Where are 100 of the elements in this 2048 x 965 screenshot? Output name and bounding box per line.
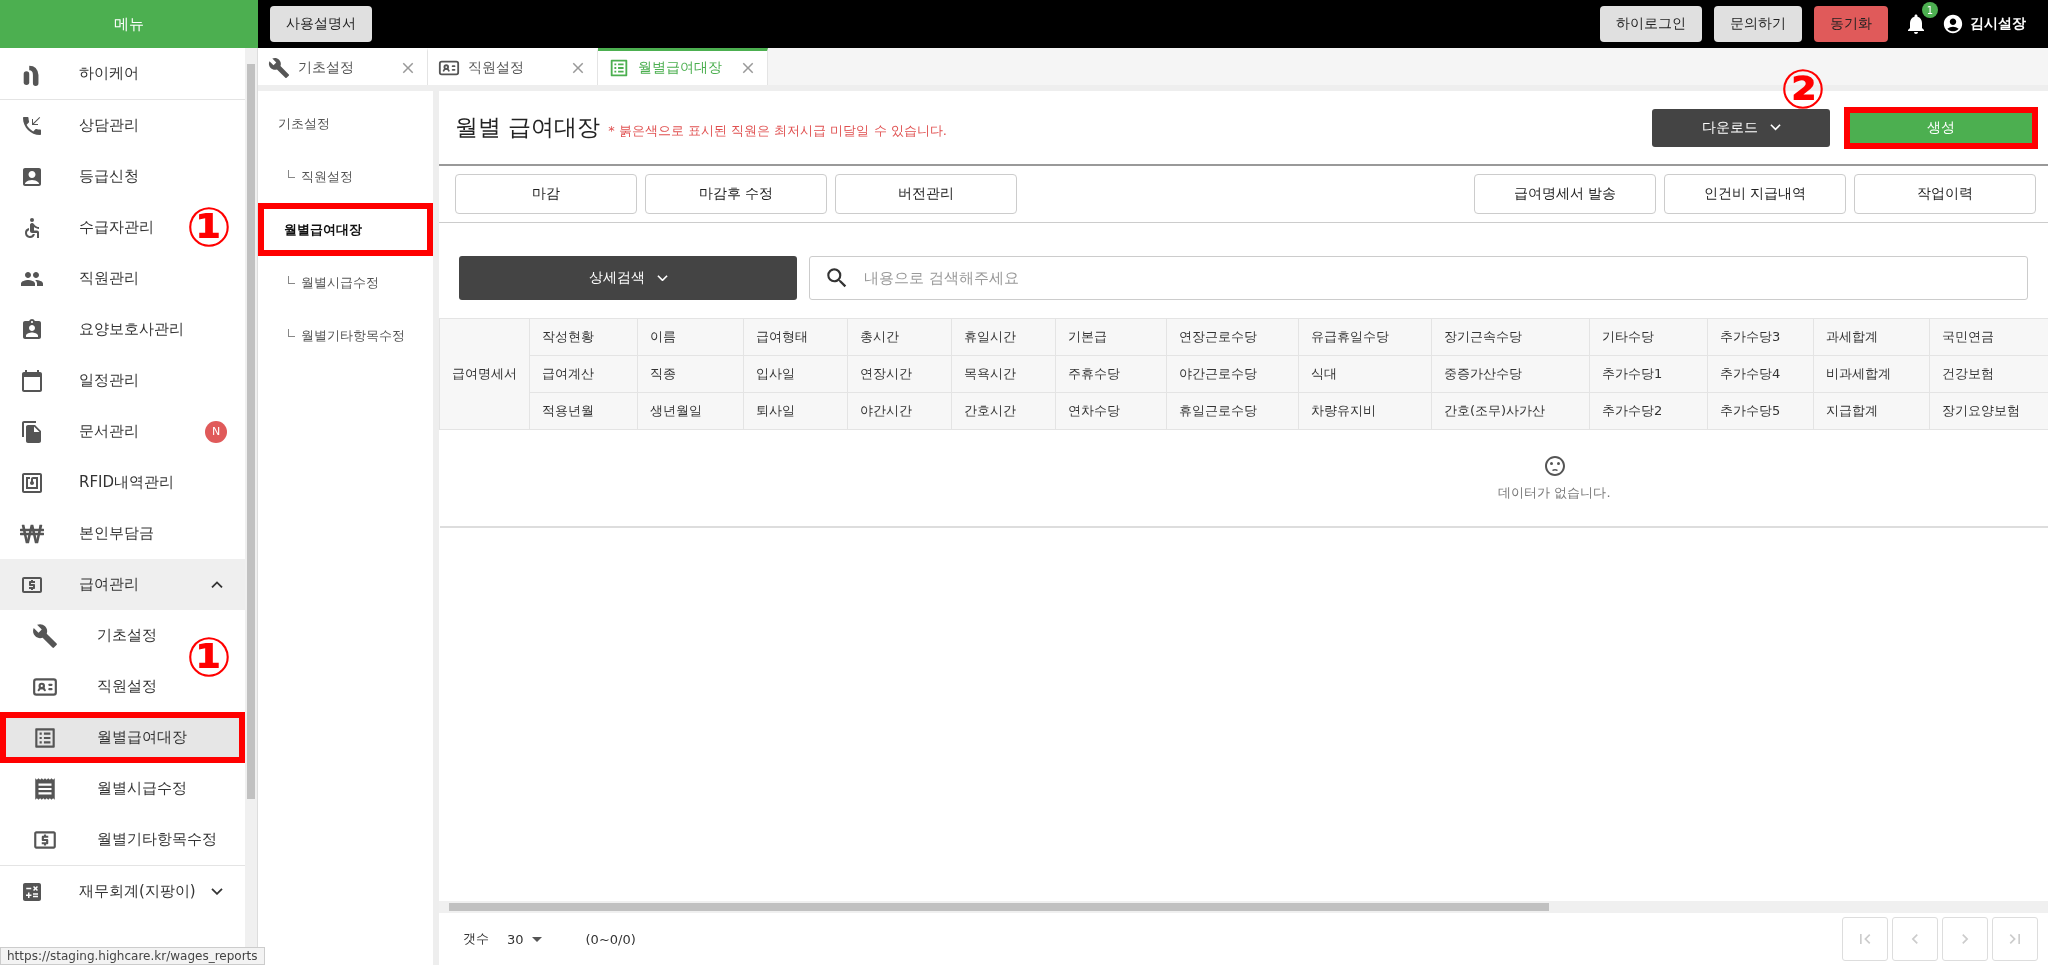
header-button[interactable]: 동기화 [1814,6,1888,42]
page-size-select[interactable]: 30 [507,931,542,947]
sidebar-item[interactable]: 등급신청 [0,151,147,202]
calendar-icon [20,368,44,393]
receipt-icon [32,775,58,802]
action-button[interactable]: 급여명세서 발송 [1474,174,1656,214]
column-header: 급여형태 [743,318,848,356]
column-header: 급여계산 [529,355,638,393]
subnav-item[interactable]: 월별기타항목수정 [258,309,433,362]
notification-badge: 1 [1922,2,1938,18]
sidebar-item[interactable]: 급여관리 [0,559,245,610]
chevron-up-icon [211,580,223,589]
sidebar-item[interactable]: 요양보호사관리 [0,304,192,355]
sidebar-item[interactable]: 하이케어 [0,48,147,99]
column-header: 건강보험 [1929,355,2048,393]
sidebar-item[interactable]: 직원설정 [0,661,165,712]
column-header: 입사일 [743,355,848,393]
rfid-icon [20,470,44,495]
column-header: 기본급 [1055,318,1167,356]
column-header: 생년월일 [637,392,744,430]
column-header: 식대 [1298,355,1432,393]
column-header: 비과세합계 [1813,355,1930,393]
header-button[interactable]: 하이로그인 [1600,6,1702,42]
count-label: 갯수 [463,930,489,948]
sidebar-item[interactable]: 본인부담금 [0,508,162,559]
sidebar-item[interactable]: 월별기타항목수정 [0,814,225,865]
sidebar-item[interactable]: 수급자관리 [0,202,162,253]
column-header: 간호시간 [951,392,1056,430]
chevron-down-icon [211,887,223,896]
new-badge: N [205,420,227,443]
column-header: 휴일근로수당 [1166,392,1299,430]
column-header: 장기근속수당 [1431,318,1590,356]
download-button[interactable]: 다운로드 [1652,108,1830,147]
user-icon [1942,13,1964,35]
column-header: 연장시간 [847,355,952,393]
page-title: 월별 급여대장 [455,113,601,142]
menu-title: 메뉴 [0,0,258,48]
column-header: 지급합계 [1813,392,1930,430]
wrench-icon [268,57,290,79]
tree-branch-icon [288,169,295,178]
action-button[interactable]: 인건비 지급내역 [1664,174,1846,214]
sidebar-item[interactable]: 직원관리 [0,253,147,304]
column-header: 기타수당 [1589,318,1708,356]
sidebar-item[interactable]: 문서관리 N [0,406,245,457]
action-button[interactable]: 작업이력 [1854,174,2036,214]
subnav-item[interactable]: 직원설정 [258,150,433,203]
column-header: 국민연금 [1929,318,2048,356]
column-header: 추가수당2 [1589,392,1708,430]
tree-branch-icon [288,275,295,284]
search-bar[interactable]: 내용으로 검색해주세요 [809,256,2028,300]
subnav-item[interactable]: 월별시급수정 [258,256,433,309]
column-header: 주휴수당 [1055,355,1167,393]
header-button[interactable]: 문의하기 [1714,6,1802,42]
column-header: 차량유지비 [1298,392,1432,430]
warning-note: * 붉은색으로 표시된 직원은 최저시급 미달일 수 있습니다. [608,121,947,140]
column-header: 총시간 [847,318,952,356]
column-header: 추가수당3 [1707,318,1814,356]
tab[interactable]: 기초설정 [258,48,428,85]
tree-branch-icon [288,328,295,337]
callout-number: ① [185,625,233,691]
documents-icon [20,419,44,444]
column-header: 야간시간 [847,392,952,430]
action-button[interactable]: 마감후 수정 [645,174,827,214]
column-header: 목욕시간 [951,355,1056,393]
sidebar-item[interactable]: 월별시급수정 [0,763,195,814]
action-button[interactable]: 버전관리 [835,174,1017,214]
callout-number: ① [185,195,233,261]
sidebar-item[interactable]: 일정관리 [0,355,147,406]
column-header: 직종 [637,355,744,393]
scrollbar[interactable] [439,901,2048,913]
sidebar-item[interactable]: 상담관리 [0,100,147,151]
column-header: 퇴사일 [743,392,848,430]
chevron-down-icon [656,274,668,282]
manual-button[interactable]: 사용설명서 [270,6,372,42]
list-icon [608,57,630,79]
column-header: 추가수당5 [1707,392,1814,430]
filter-button[interactable]: 상세검색 [459,256,797,300]
column-header: 유급휴일수당 [1298,318,1432,356]
sidebar-item[interactable]: RFID내역관리 [0,457,183,508]
column-header: 작성현황 [529,318,638,356]
column-header: 휴일시간 [951,318,1056,356]
dropdown-icon [531,936,542,942]
subnav-item[interactable]: 월별급여대장 [264,209,427,250]
column-header: 추가수당1 [1589,355,1708,393]
column-header: 급여명세서 [439,318,530,430]
sad-face-icon [1542,453,1567,478]
tab[interactable]: 직원설정 [428,48,598,85]
column-header: 연차수당 [1055,392,1167,430]
user-name[interactable]: 김시설장 [1970,15,2026,33]
sidebar-item[interactable]: 기초설정 [0,610,165,661]
column-header: 야간근로수당 [1166,355,1299,393]
column-header: 연장근로수당 [1166,318,1299,356]
subnav-item[interactable]: 기초설정 [258,97,433,150]
column-header: 중증가산수당 [1431,355,1590,393]
column-header: 이름 [637,318,744,356]
column-header: 추가수당4 [1707,355,1814,393]
column-header: 간호(조무)사가산 [1431,392,1590,430]
sidebar-item[interactable]: 월별급여대장 [6,718,239,757]
action-button[interactable]: 마감 [455,174,637,214]
sidebar-item[interactable]: 재무회계(지팡이) [0,866,245,917]
